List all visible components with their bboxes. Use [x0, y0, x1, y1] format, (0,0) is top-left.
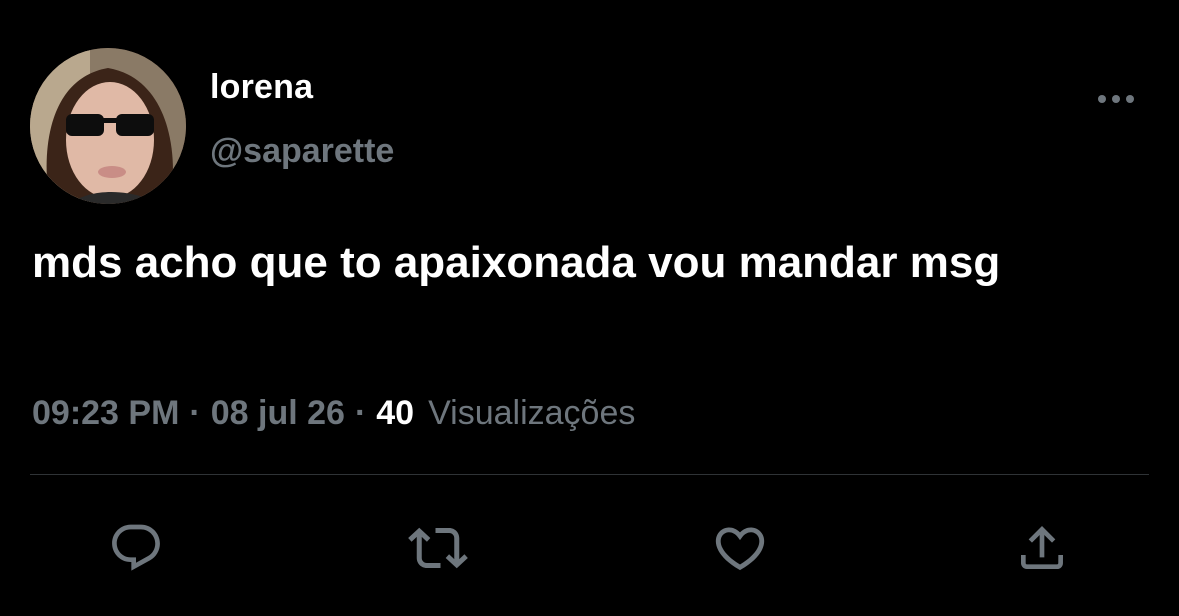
views-label[interactable]: Visualizações — [428, 394, 635, 433]
tweet-time[interactable]: 09:23 PM — [32, 394, 179, 433]
like-icon — [715, 527, 765, 571]
reply-button[interactable] — [106, 518, 166, 578]
divider — [30, 474, 1149, 475]
reply-icon — [112, 524, 160, 571]
retweet-button[interactable] — [408, 518, 468, 578]
meta-separator: · — [189, 394, 201, 432]
display-name[interactable]: lorena — [210, 68, 313, 107]
action-bar — [0, 518, 1179, 578]
avatar[interactable] — [30, 48, 186, 204]
more-dots-icon — [1098, 95, 1134, 103]
share-icon — [1021, 526, 1063, 569]
share-button[interactable] — [1012, 518, 1072, 578]
like-button[interactable] — [710, 518, 770, 578]
avatar-image — [30, 48, 186, 204]
tweet-card: lorena @saparette mds acho que to apaixo… — [0, 0, 1179, 616]
tweet-meta: 09:23 PM · 08 jul 26 · 40 Visualizações — [32, 394, 635, 433]
retweet-icon — [408, 527, 468, 569]
meta-separator-2: · — [354, 394, 367, 432]
views-count[interactable]: 40 — [376, 394, 414, 433]
more-options-button[interactable] — [1092, 86, 1140, 112]
tweet-text: mds acho que to apaixonada vou mandar ms… — [32, 238, 1001, 287]
tweet-date[interactable]: 08 jul 26 — [211, 394, 345, 433]
user-handle[interactable]: @saparette — [210, 132, 394, 171]
